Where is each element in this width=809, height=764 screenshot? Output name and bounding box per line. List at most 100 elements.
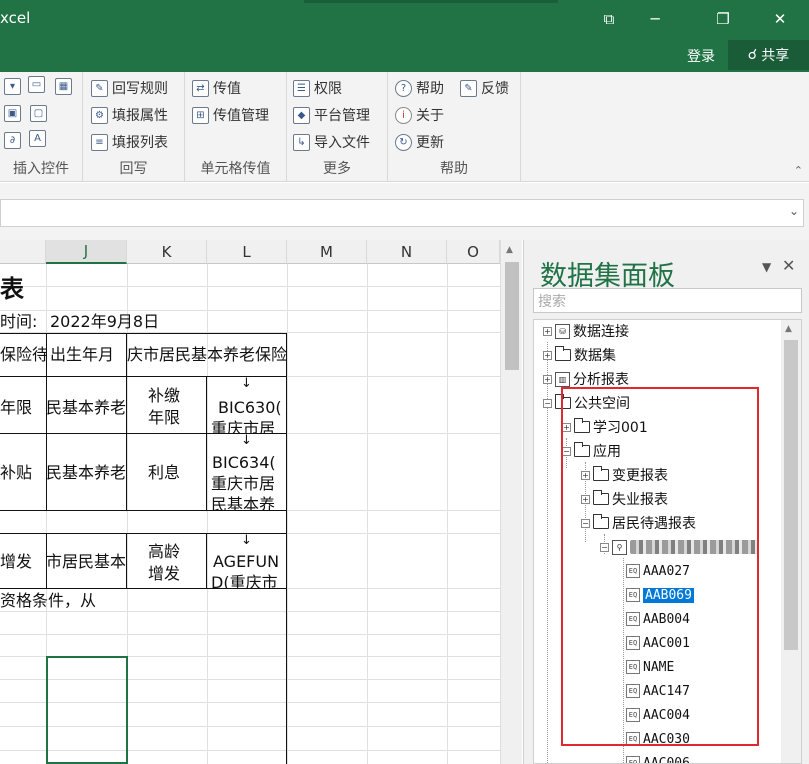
table-cell[interactable]: 重庆市居 <box>211 418 275 433</box>
column-header-l[interactable]: L <box>207 240 287 264</box>
dropdown-control-icon[interactable]: ▾ <box>4 78 21 95</box>
label-control-icon[interactable]: A <box>29 130 46 147</box>
pass-value-button[interactable]: ⇄ 传值 <box>192 78 241 98</box>
scrollbar-thumb[interactable] <box>505 262 519 370</box>
table-cell[interactable]: 重庆市居 <box>211 473 275 495</box>
field-item[interactable]: EQ AAC147 <box>626 680 690 702</box>
sheet-vertical-scrollbar[interactable]: ▲ <box>500 240 522 764</box>
table-cell[interactable]: 年限 <box>148 407 180 429</box>
table-cell[interactable]: 高龄 <box>148 541 180 563</box>
table-cell[interactable]: 资格条件，从 <box>0 590 96 612</box>
panel-close-icon[interactable]: ✕ <box>782 256 795 275</box>
field-item-selected[interactable]: EQ AAB069 <box>626 584 694 606</box>
table-cell[interactable]: 年限 <box>0 397 32 419</box>
column-header-m[interactable]: M <box>287 240 367 264</box>
table-cell[interactable]: 民基本养老 <box>46 397 126 419</box>
fill-list-button[interactable]: ≡ 填报列表 <box>91 132 168 152</box>
table-cell[interactable]: 庆市居民基本养老保险 <box>127 344 286 366</box>
column-header-k[interactable]: K <box>127 240 207 264</box>
search-input[interactable]: 搜索 <box>533 288 802 313</box>
help-button[interactable]: ? 帮助 <box>395 78 444 98</box>
selected-cell[interactable] <box>46 656 128 764</box>
scroll-up-icon[interactable]: ▲ <box>506 245 513 255</box>
minimize-icon[interactable]: ─ <box>632 0 678 38</box>
column-header-i[interactable] <box>0 240 46 264</box>
tree-item-application[interactable]: − 应用 <box>562 440 621 462</box>
share-button[interactable]: ☌ 共享 <box>728 40 809 70</box>
tree-item-analysis-report[interactable]: + ▥ 分析报表 <box>543 368 629 390</box>
expand-icon[interactable]: + <box>581 470 590 480</box>
expand-icon[interactable]: + <box>543 326 552 336</box>
collapse-icon[interactable]: − <box>543 398 552 408</box>
platform-manage-button[interactable]: ◆ 平台管理 <box>293 105 370 125</box>
table-cell[interactable]: 补贴 <box>0 462 32 484</box>
table-cell[interactable]: 增发 <box>0 551 32 573</box>
pass-value-manage-button[interactable]: ⊞ 传值管理 <box>192 105 269 125</box>
tree-scrollbar[interactable]: ▲ <box>781 320 801 763</box>
update-button[interactable]: ↻ 更新 <box>395 132 444 152</box>
tree-item-public-space[interactable]: − 公共空间 <box>543 392 630 414</box>
image-control-icon[interactable]: ▣ <box>4 105 21 122</box>
feedback-button[interactable]: ✎ 反馈 <box>460 78 509 98</box>
tree-item-data-connection[interactable]: + ⛁ 数据连接 <box>543 320 629 342</box>
table-cell[interactable]: 补缴 <box>148 385 180 407</box>
tree-item-query[interactable]: − ⚲ <box>600 536 758 558</box>
column-header-n[interactable]: N <box>367 240 447 264</box>
scroll-up-icon[interactable]: ▲ <box>785 324 792 334</box>
sheet-title-cell[interactable]: 表 <box>0 275 24 303</box>
table-cell[interactable]: BIC630( <box>218 397 282 419</box>
grid-control-icon[interactable]: ▦ <box>55 78 72 95</box>
ribbon-display-options-icon[interactable]: ⧉ <box>586 0 632 38</box>
table-cell[interactable]: 民基本养 <box>211 494 275 510</box>
date-label-cell[interactable]: 时间: <box>0 311 37 333</box>
table-cell[interactable]: 增发 <box>148 563 180 585</box>
collapse-icon[interactable]: − <box>600 542 609 552</box>
table-cell[interactable]: 民基本养老 <box>46 462 126 484</box>
import-file-button[interactable]: ↳ 导入文件 <box>293 132 370 152</box>
field-item[interactable]: EQ AAC001 <box>626 632 690 654</box>
table-cell[interactable]: 市居民基本 <box>46 551 126 573</box>
maximize-icon[interactable]: ❐ <box>700 0 746 38</box>
table-cell[interactable]: BIC634( <box>212 452 276 474</box>
link-control-icon[interactable]: ∂ <box>4 132 21 149</box>
tree-item-dataset[interactable]: + 数据集 <box>543 344 616 366</box>
field-item[interactable]: EQ AAB004 <box>626 608 690 630</box>
table-cell[interactable]: 利息 <box>148 462 180 484</box>
table-cell[interactable]: D(重庆市 <box>211 572 278 588</box>
expand-icon[interactable]: + <box>562 422 571 432</box>
collapse-ribbon-icon[interactable]: ⌃ <box>794 164 803 177</box>
login-link[interactable]: 登录 <box>687 46 715 66</box>
form-control-icon[interactable]: ▭ <box>28 76 45 93</box>
collapse-icon[interactable]: − <box>562 446 571 456</box>
formula-input[interactable]: ⌄ <box>0 199 804 227</box>
field-item[interactable]: EQ AAC004 <box>626 704 690 726</box>
tree-item-resident-benefit-report[interactable]: − 居民待遇报表 <box>581 512 696 534</box>
field-item[interactable]: EQ AAA027 <box>626 560 690 582</box>
panel-options-icon[interactable]: ▼ <box>762 260 771 274</box>
tree-item-unemployment-report[interactable]: + 失业报表 <box>581 488 668 510</box>
collapse-icon[interactable]: − <box>581 518 590 528</box>
permission-button[interactable]: ☰ 权限 <box>293 78 342 98</box>
close-icon[interactable]: ✕ <box>757 0 803 38</box>
tree-item-change-report[interactable]: + 变更报表 <box>581 464 668 486</box>
expand-icon[interactable]: + <box>581 494 590 504</box>
fill-attributes-button[interactable]: ⚙ 填报属性 <box>91 105 168 125</box>
textbox-control-icon[interactable]: ▢ <box>30 105 47 122</box>
field-item[interactable]: EQ AAC006 <box>626 752 690 763</box>
column-header-j[interactable]: J <box>46 240 127 264</box>
expand-icon[interactable]: + <box>543 374 552 384</box>
about-button[interactable]: i 关于 <box>395 105 444 125</box>
tree-item-study001[interactable]: + 学习001 <box>562 416 648 438</box>
spreadsheet-grid[interactable]: J K L M N O 表 时间: 2022年9月8日 保险待 出生年月 庆市居… <box>0 240 500 764</box>
field-item[interactable]: EQ AAC030 <box>626 728 690 750</box>
writeback-rules-button[interactable]: ✎ 回写规则 <box>91 78 168 98</box>
date-value-cell[interactable]: 2022年9月8日 <box>50 311 159 333</box>
column-header-o[interactable]: O <box>447 240 500 264</box>
table-cell[interactable]: 保险待 <box>0 344 46 366</box>
field-item[interactable]: EQ NAME <box>626 656 674 678</box>
table-cell[interactable]: 出生年月 <box>50 344 126 366</box>
scrollbar-thumb[interactable] <box>784 340 798 650</box>
expand-formula-icon[interactable]: ⌄ <box>789 204 799 218</box>
expand-icon[interactable]: + <box>543 350 552 360</box>
table-cell[interactable]: AGEFUN <box>213 551 279 573</box>
